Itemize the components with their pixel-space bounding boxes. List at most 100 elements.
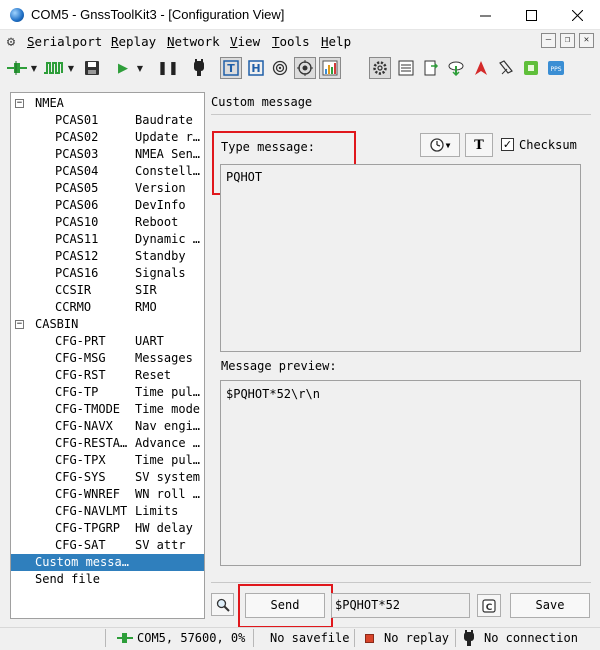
tree-item[interactable]: PCAS02 Update r… [11,129,204,146]
menu-view[interactable]: View [230,34,260,49]
tree-item-code: CFG-TPX [55,453,106,467]
pause-icon[interactable]: ❚❚ [157,57,179,79]
tree-item[interactable]: PCAS04 Constell… [11,163,204,180]
tree-item-code: CCSIR [55,283,92,297]
menu-network[interactable]: Network [167,34,220,49]
menu-mnemonic: V [230,34,238,49]
tree-item-desc: Reboot [135,215,179,229]
download-icon[interactable] [445,57,467,79]
mdi-close-icon[interactable]: ✕ [579,33,594,48]
tree-item-code: PCAS03 [55,147,99,161]
tree-item[interactable]: PCAS01 Baudrate [11,112,204,129]
text-view-icon[interactable]: T [220,57,242,79]
tree-item[interactable]: CCRMO RMO [11,299,204,316]
tree-item-desc: Standby [135,249,186,263]
target-icon[interactable] [269,57,291,79]
tree-item-desc: Messages [135,351,193,365]
app-icon[interactable] [520,57,542,79]
dropdown-icon[interactable]: ▼ [28,57,40,79]
tree-item[interactable]: CFG-TPGRP HW delay [11,520,204,537]
settings-gear-icon[interactable]: ⚙ [3,34,19,50]
checksum-label[interactable]: Checksum [519,138,577,152]
mdi-minimize-icon[interactable]: – [541,33,556,48]
connect-icon[interactable] [6,57,28,79]
menu-replay[interactable]: Replay [111,34,156,49]
dropdown-arrow-icon: ▼ [445,140,451,150]
tree-item-desc: UART [135,334,164,348]
tree-item[interactable]: CFG-TP Time pul… [11,384,204,401]
history-dropdown-button[interactable]: ▼ [420,133,460,157]
port-status-icon [117,632,133,647]
position-icon[interactable] [294,57,316,79]
collapse-icon[interactable]: − [15,320,24,329]
menu-mnemonic: N [167,34,175,49]
tree-item-label: Custom messa… [35,555,129,569]
tree-item[interactable]: PCAS12 Standby [11,248,204,265]
tree-item[interactable]: CFG-WNREF WN roll … [11,486,204,503]
collapse-icon[interactable]: − [15,99,24,108]
tree-item[interactable]: PCAS06 DevInfo [11,197,204,214]
maximize-icon [525,9,537,21]
list-icon[interactable] [395,57,417,79]
mdi-restore-icon[interactable]: ❐ [560,33,575,48]
tree-item-desc: Time mode [135,402,201,416]
tree-item[interactable]: CFG-NAVX Nav engi… [11,418,204,435]
tree-group-nmea[interactable]: − NMEA [11,95,204,112]
save-icon[interactable] [81,57,103,79]
tree-item[interactable]: CFG-MSG Messages [11,350,204,367]
tree-item-desc: Limits [135,504,179,518]
dropdown-icon[interactable]: ▼ [65,57,77,79]
tree-item-send-file[interactable]: Send file [11,571,204,588]
navigation-icon[interactable] [470,57,492,79]
tree-item[interactable]: CFG-TPX Time pul… [11,452,204,469]
tree-item-code: PCAS06 [55,198,99,212]
tree-item-desc: Nav engi… [135,419,201,433]
tree-item[interactable]: CFG-TMODE Time mode [11,401,204,418]
settings-icon[interactable] [369,57,391,79]
menu-help[interactable]: Help [321,34,351,49]
hex-view-icon[interactable]: H [245,57,267,79]
tree-item[interactable]: CFG-PRT UART [11,333,204,350]
message-input[interactable] [220,164,581,352]
tree-item[interactable]: CFG-RST Reset [11,367,204,384]
device-icon[interactable] [188,57,210,79]
text-format-button[interactable]: T [465,133,493,157]
tree-item-desc: Time pul… [135,385,201,399]
tree-item-custom-message[interactable]: Custom messa… [11,554,204,571]
tree-item-desc: Reset [135,368,172,382]
menu-serialport[interactable]: Serialport [27,34,102,49]
tree-item[interactable]: CFG-SAT SV attr [11,537,204,554]
tree-item[interactable]: PCAS16 Signals [11,265,204,282]
menu-tools[interactable]: Tools [272,34,310,49]
tree-item-desc: SV system [135,470,201,484]
tree-item-code: PCAS11 [55,232,99,246]
export-icon[interactable] [420,57,442,79]
checksum-checkbox[interactable]: ✓ [501,138,514,151]
message-preview-text: $PQHOT*52\r\n [226,387,320,401]
tree-item[interactable]: PCAS05 Version [11,180,204,197]
tree-group-casbin[interactable]: − CASBIN [11,316,204,333]
save-button[interactable]: Save [510,593,590,618]
tree-item[interactable]: PCAS03 NMEA Sen… [11,146,204,163]
maximize-button[interactable] [508,0,554,30]
app-globe-icon [10,8,24,22]
tree-item[interactable]: CFG-RESTA… Advance … [11,435,204,452]
tree-item[interactable]: PCAS11 Dynamic … [11,231,204,248]
command-field[interactable]: $PQHOT*52 [331,593,470,618]
tree-item[interactable]: CFG-SYS SV system [11,469,204,486]
magnifier-icon [216,598,230,612]
tree-item[interactable]: CCSIR SIR [11,282,204,299]
minimize-button[interactable] [462,0,508,30]
pps-icon[interactable]: PPS [545,57,567,79]
config-tree[interactable]: − NMEA PCAS01 Baudrate PCAS02 Update r… PCAS03… [10,92,205,619]
dropdown-icon[interactable]: ▼ [134,57,146,79]
zoom-button[interactable] [211,593,234,616]
satellite-icon[interactable] [495,57,517,79]
signal-icon[interactable] [43,57,65,79]
play-icon[interactable]: ▶ [112,57,134,79]
tree-item[interactable]: PCAS10 Reboot [11,214,204,231]
clear-button[interactable]: C [477,594,501,617]
tree-item[interactable]: CFG-NAVLMT Limits [11,503,204,520]
chart-icon[interactable] [319,57,341,79]
close-button[interactable] [554,0,600,30]
